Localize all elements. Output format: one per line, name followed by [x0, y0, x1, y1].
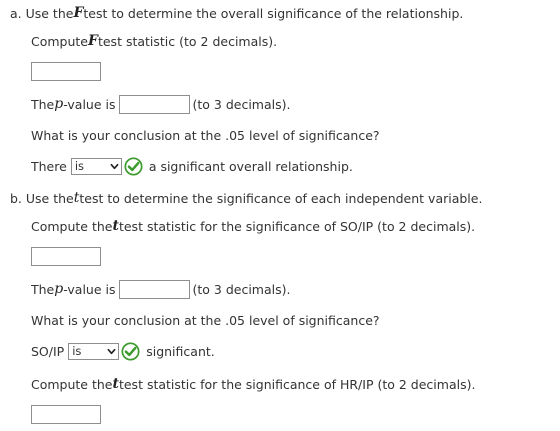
part-a-pvalue-row: The p -value is (to 3 decimals).	[31, 94, 291, 114]
part-b-heading: b. Use the t test to determine the signi…	[10, 190, 483, 206]
part-a-conclusion-question: What is your conclusion at the .05 level…	[31, 127, 380, 143]
part-a-compute-f-prompt: Compute F test statistic (to 2 decimals)…	[31, 33, 278, 49]
t-statistic-hrip-input[interactable]	[31, 405, 101, 424]
correct-check-icon	[121, 341, 140, 361]
part-b-pvalue-row: The p -value is (to 3 decimals).	[31, 279, 291, 299]
f-statistic-input[interactable]	[31, 62, 101, 81]
chevron-down-icon	[110, 163, 119, 169]
part-a-pvalue-input[interactable]	[118, 94, 190, 114]
part-a-heading: a. Use the F test to determine the overa…	[10, 5, 464, 21]
part-a-conclusion-row: There is a significant overall relations…	[31, 156, 353, 176]
part-b-conclusion-select[interactable]: is	[68, 342, 120, 360]
chevron-down-icon	[107, 348, 116, 354]
part-b-compute-t-hrip-prompt: Compute the t test statistic for the sig…	[31, 376, 476, 392]
part-a-conclusion-select[interactable]: is	[70, 157, 122, 175]
part-b-compute-t-soip-prompt: Compute the t test statistic for the sig…	[31, 218, 476, 234]
part-b-conclusion-question: What is your conclusion at the .05 level…	[31, 312, 380, 328]
part-b-conclusion-row: SO/IP is significant.	[31, 341, 215, 361]
correct-check-icon	[124, 156, 143, 176]
part-b-pvalue-input[interactable]	[118, 279, 190, 299]
t-statistic-soip-input[interactable]	[31, 247, 101, 266]
